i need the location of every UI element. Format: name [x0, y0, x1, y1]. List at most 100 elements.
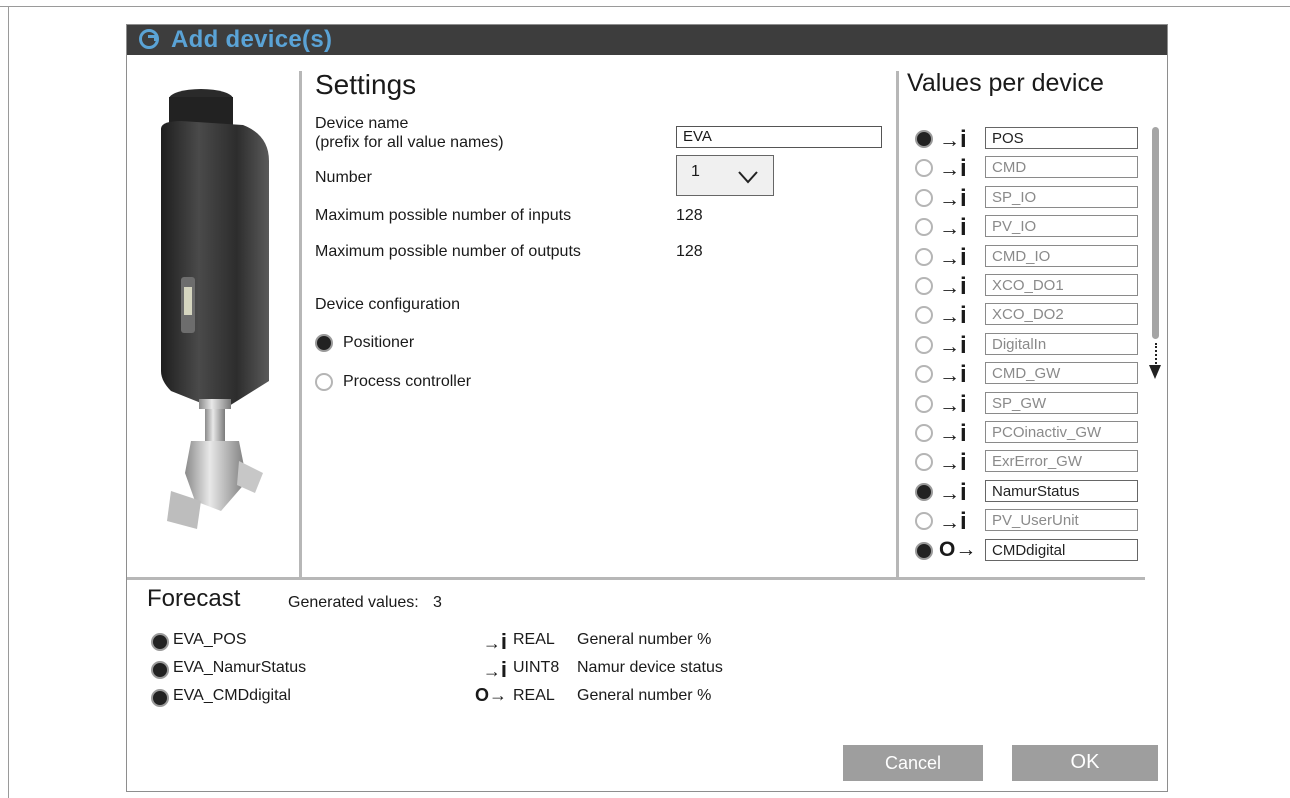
device-name-input[interactable]: EVA: [676, 126, 882, 148]
value-name-field[interactable]: CMD_GW: [985, 362, 1138, 385]
value-row: →i ExrError_GW: [915, 449, 1145, 477]
forecast-bullet: [151, 689, 169, 707]
value-select-radio[interactable]: [915, 188, 933, 207]
forecast-name: EVA_POS: [173, 631, 247, 648]
value-name-field[interactable]: CMD: [985, 156, 1138, 179]
value-select-radio[interactable]: [915, 424, 933, 442]
number-select-value: 1: [691, 163, 700, 180]
value-row: O→ CMDdigital: [915, 537, 1145, 563]
input-arrow-icon: →i: [939, 449, 967, 477]
generated-values-count: 3: [433, 594, 442, 611]
process-controller-radio[interactable]: [315, 373, 333, 391]
scroll-down-arrow-icon[interactable]: [1149, 365, 1161, 379]
value-row: →i CMD: [915, 155, 1145, 183]
value-select-radio[interactable]: [915, 306, 933, 325]
input-arrow-icon: →i: [939, 420, 967, 447]
forecast-row: EVA_POS →i REAL General number %: [151, 629, 771, 654]
value-select-radio[interactable]: [915, 335, 933, 354]
app-logo-icon: [139, 29, 159, 49]
value-select-radio[interactable]: [915, 394, 933, 413]
value-select-radio[interactable]: [915, 512, 933, 531]
forecast-bullet: [151, 633, 169, 651]
scroll-dots: [1155, 343, 1157, 367]
input-arrow-icon: →i: [939, 214, 967, 242]
forecast-bullet: [151, 661, 169, 679]
value-name-field[interactable]: CMD_IO: [985, 244, 1138, 267]
input-arrow-icon: →i: [482, 657, 507, 682]
value-row: →i PCOinactiv_GW: [915, 420, 1145, 447]
value-name-field[interactable]: PV_UserUnit: [985, 509, 1138, 532]
input-arrow-icon: →i: [482, 629, 507, 654]
value-row: →i POS: [915, 126, 1145, 153]
value-name-field[interactable]: PV_IO: [985, 215, 1138, 238]
value-select-radio[interactable]: [915, 365, 933, 384]
device-image: [161, 89, 269, 529]
max-inputs-label: Maximum possible number of inputs: [315, 207, 572, 224]
forecast-description: Namur device status: [577, 659, 723, 676]
page-frame-left: [8, 6, 9, 798]
value-row: →i XCO_DO2: [915, 302, 1145, 329]
input-arrow-icon: →i: [939, 478, 967, 506]
value-name-field[interactable]: SP_IO: [985, 185, 1138, 208]
forecast-type: REAL: [513, 631, 555, 648]
title-bar: Add device(s): [127, 25, 1167, 55]
divider-left: [299, 71, 302, 577]
value-name-field[interactable]: PCOinactiv_GW: [985, 421, 1138, 443]
input-arrow-icon: →i: [939, 243, 967, 271]
value-select-radio[interactable]: [915, 482, 933, 501]
add-devices-dialog: Add device(s) Settings Device name (pref: [126, 24, 1168, 792]
forecast-heading: Forecast: [147, 585, 241, 612]
input-arrow-icon: →i: [939, 126, 967, 153]
value-select-radio[interactable]: [915, 277, 933, 295]
value-row: →i XCO_DO1: [915, 273, 1145, 300]
input-arrow-icon: →i: [939, 508, 967, 536]
value-select-radio[interactable]: [915, 159, 933, 178]
forecast-row: EVA_NamurStatus →i UINT8 Namur device statu…: [151, 657, 771, 682]
max-inputs-value: 128: [676, 207, 703, 224]
max-outputs-value: 128: [676, 243, 703, 260]
value-select-radio[interactable]: [915, 218, 933, 237]
device-config-label: Device configuration: [315, 296, 460, 313]
value-select-radio[interactable]: [915, 247, 933, 266]
cancel-button[interactable]: Cancel: [843, 745, 983, 781]
forecast-type: UINT8: [513, 659, 560, 676]
input-arrow-icon: →i: [939, 273, 967, 300]
ok-button[interactable]: OK: [1012, 745, 1158, 781]
forecast-name: EVA_NamurStatus: [173, 659, 307, 676]
cancel-button-label: Cancel: [884, 753, 942, 773]
value-name-field[interactable]: DigitalIn: [985, 332, 1138, 355]
forecast-name: EVA_CMDdigital: [173, 687, 291, 704]
chevron-down-icon: [738, 171, 758, 184]
value-name-field[interactable]: POS: [985, 127, 1138, 149]
page-frame-top: [0, 6, 1290, 7]
input-arrow-icon: →i: [939, 155, 967, 183]
value-row: →i SP_GW: [915, 390, 1145, 418]
value-name-field[interactable]: XCO_DO1: [985, 274, 1138, 296]
values-heading: Values per device: [907, 69, 1104, 97]
output-arrow-icon: O→: [939, 537, 977, 561]
positioner-radio[interactable]: [315, 334, 333, 352]
device-name-sublabel: (prefix for all value names): [315, 134, 504, 151]
input-arrow-icon: →i: [939, 361, 967, 389]
process-controller-label: Process controller: [343, 373, 472, 390]
forecast-row: EVA_CMDdigital O→ REAL General number %: [151, 685, 771, 709]
value-row: →i PV_IO: [915, 214, 1145, 242]
value-row: →i DigitalIn: [915, 332, 1145, 359]
value-select-radio[interactable]: [915, 453, 933, 472]
max-outputs-label: Maximum possible number of outputs: [315, 243, 581, 260]
value-select-radio[interactable]: [915, 130, 933, 148]
input-arrow-icon: →i: [939, 390, 967, 418]
divider-right: [896, 71, 899, 577]
value-name-field[interactable]: CMDdigital: [985, 538, 1138, 561]
value-row: →i SP_IO: [915, 185, 1145, 212]
value-name-field[interactable]: NamurStatus: [985, 479, 1138, 502]
values-scrollbar[interactable]: [1152, 127, 1159, 339]
number-select[interactable]: 1: [676, 155, 774, 196]
value-name-field[interactable]: ExrError_GW: [985, 450, 1138, 473]
value-name-field[interactable]: XCO_DO2: [985, 303, 1138, 326]
value-select-radio[interactable]: [915, 541, 933, 560]
settings-heading: Settings: [315, 69, 417, 100]
value-row: →i CMD_GW: [915, 361, 1145, 389]
forecast-description: General number %: [577, 687, 712, 704]
value-name-field[interactable]: SP_GW: [985, 391, 1138, 414]
